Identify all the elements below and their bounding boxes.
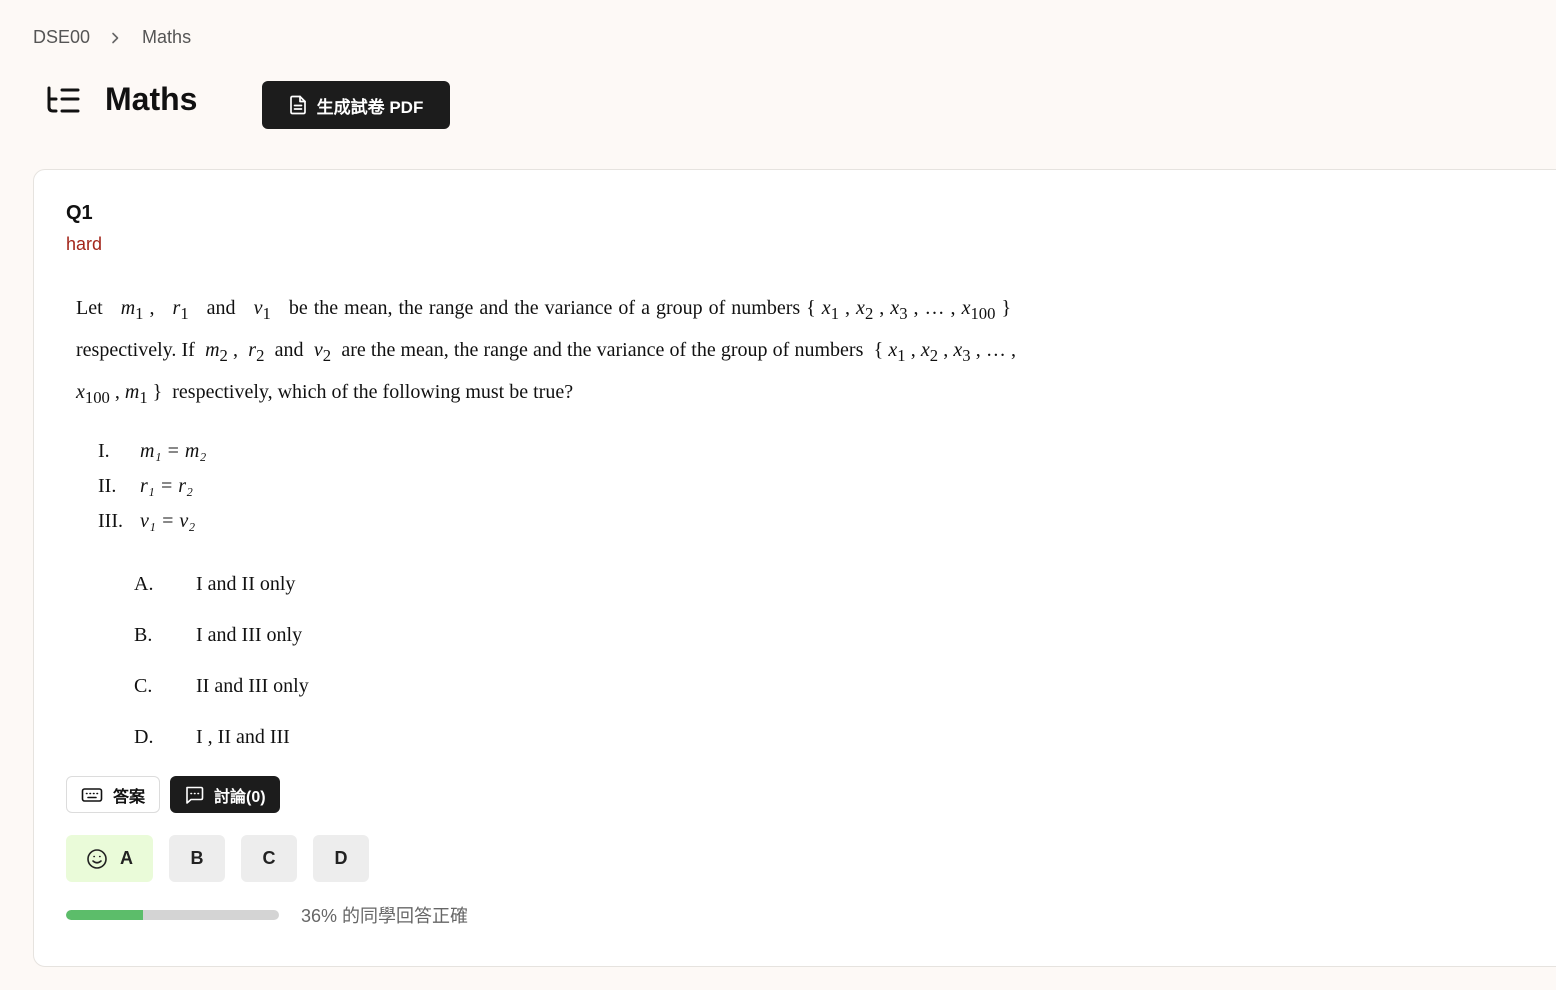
page-title: Maths xyxy=(105,81,198,117)
correct-rate-fill xyxy=(66,910,143,920)
statement-item: III. v₁ = v₂ xyxy=(98,504,1016,539)
generate-pdf-label: 生成試卷 PDF xyxy=(316,97,424,117)
option-text: I and III only xyxy=(196,624,303,646)
difficulty-badge: hard xyxy=(66,234,103,254)
option-list: A. I and II only B. I and III only C. II… xyxy=(134,559,1016,763)
choice-button-b[interactable]: B xyxy=(169,835,225,882)
option-item: D. I , II and III xyxy=(134,712,1016,763)
breadcrumb: DSE00 Maths xyxy=(33,27,191,48)
question-card: Q1 hard Let m1 , r1 and v1 be the mean, … xyxy=(33,169,1556,967)
statement-number: II. xyxy=(98,475,117,497)
choice-label: A xyxy=(120,848,133,868)
statement-text: v₁ = v₂ xyxy=(140,510,196,532)
chevron-right-icon xyxy=(110,32,120,44)
discussion-label: 討論(0) xyxy=(214,788,266,806)
option-text: II and III only xyxy=(196,675,309,697)
question-number: Q1 xyxy=(66,202,93,224)
question-content: Let m1 , r1 and v1 be the mean, the rang… xyxy=(76,290,1016,763)
statement-number: III. xyxy=(98,510,123,532)
stem-text-6: respectively, which of the following mus… xyxy=(172,381,574,403)
correct-rate-text: 36% 的同學回答正確 xyxy=(301,906,469,926)
show-answer-label: 答案 xyxy=(113,788,146,806)
option-label: C. xyxy=(134,675,153,697)
file-text-icon xyxy=(289,95,307,115)
answer-choices: A B C D xyxy=(66,835,369,882)
choice-label: C xyxy=(262,848,276,868)
page-header: Maths xyxy=(45,81,197,118)
option-label: A. xyxy=(134,573,154,595)
question-actions: 答案 討論(0) xyxy=(66,776,280,813)
stem-text-5: group of numbers xyxy=(720,339,864,361)
generate-pdf-button[interactable]: 生成試卷 PDF xyxy=(262,81,450,129)
show-answer-button[interactable]: 答案 xyxy=(66,776,161,813)
stem-text-2: be the mean, the range and the variance … xyxy=(288,297,801,319)
choice-button-c[interactable]: C xyxy=(241,835,297,882)
choice-label: D xyxy=(334,848,348,868)
option-item: A. I and II only xyxy=(134,559,1016,610)
stem-text-4: are the mean, the range and the variance… xyxy=(341,339,716,361)
option-text: I , II and III xyxy=(196,726,290,748)
statement-number: I. xyxy=(98,440,110,462)
statement-item: II. r₁ = r₂ xyxy=(98,469,1016,504)
statement-item: I. m₁ = m₂ xyxy=(98,434,1016,469)
choice-button-d[interactable]: D xyxy=(313,835,369,882)
choice-label: B xyxy=(190,848,204,868)
correct-rate-bar xyxy=(66,910,279,920)
statement-list: I. m₁ = m₂ II. r₁ = r₂ III. v₁ = v₂ xyxy=(98,434,1016,539)
breadcrumb-current[interactable]: Maths xyxy=(142,27,191,48)
option-text: I and II only xyxy=(196,573,296,595)
answer-stats: 36% 的同學回答正確 xyxy=(66,902,468,928)
option-label: D. xyxy=(134,726,154,748)
stem-text-1: Let xyxy=(76,297,103,319)
statement-text: m₁ = m₂ xyxy=(140,440,207,462)
option-item: B. I and III only xyxy=(134,610,1016,661)
keyboard-icon xyxy=(81,787,103,803)
breadcrumb-root[interactable]: DSE00 xyxy=(33,27,90,48)
discussion-button[interactable]: 討論(0) xyxy=(170,776,280,813)
smile-icon xyxy=(86,848,108,870)
option-label: B. xyxy=(134,624,153,646)
choice-button-a[interactable]: A xyxy=(66,835,153,882)
statement-text: r₁ = r₂ xyxy=(140,475,193,497)
stem-text-3: respectively. If xyxy=(76,339,195,361)
message-square-icon xyxy=(184,785,204,805)
question-stem: Let m1 , r1 and v1 be the mean, the rang… xyxy=(76,297,1017,407)
option-item: C. II and III only xyxy=(134,661,1016,712)
list-tree-icon xyxy=(45,85,81,115)
